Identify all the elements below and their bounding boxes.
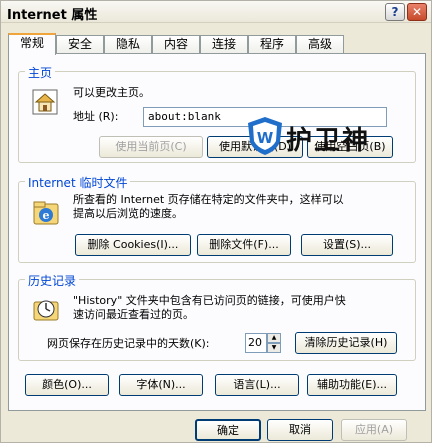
temp-files-description-line1: 所查看的 Internet 页存储在特定的文件夹中，这样可以 — [73, 193, 344, 206]
tab-general[interactable]: 常规 — [8, 33, 56, 55]
temp-files-description-line2: 提高以后浏览的速度。 — [73, 207, 183, 220]
temp-files-group-label: Internet 临时文件 — [25, 174, 131, 191]
tab-security[interactable]: 安全 — [56, 35, 104, 54]
apply-button[interactable]: 应用(A) — [341, 419, 407, 441]
temp-files-group: Internet 临时文件 e 所查看的 Internet 页存储在特定的文件夹… — [18, 174, 416, 263]
tab-privacy[interactable]: 隐私 — [104, 35, 152, 54]
window-title: Internet 属性 — [7, 8, 98, 23]
cancel-button[interactable]: 取消 — [267, 419, 333, 441]
use-current-page-button[interactable]: 使用当前页(C) — [99, 136, 203, 158]
clear-history-button[interactable]: 清除历史记录(H) — [295, 332, 397, 354]
internet-properties-dialog: Internet 属性 ? ✕ 常规 安全 隐私 内容 连接 程序 高级 主页 … — [0, 0, 432, 443]
tab-advanced[interactable]: 高级 — [296, 35, 344, 54]
history-icon — [33, 300, 59, 321]
history-days-down-arrow-icon[interactable]: ▼ — [267, 343, 281, 353]
delete-cookies-button[interactable]: 删除 Cookies(I)... — [75, 234, 191, 256]
home-page-icon — [32, 89, 58, 115]
fonts-button[interactable]: 字体(N)... — [119, 374, 203, 396]
watermark-text: 护卫神 — [286, 126, 371, 156]
ie-temp-files-icon: e — [33, 201, 59, 225]
help-button[interactable]: ? — [385, 3, 405, 21]
homepage-description: 可以更改主页。 — [73, 86, 150, 99]
tab-strip: 常规 安全 隐私 内容 连接 程序 高级 — [8, 33, 428, 55]
shield-logo-icon: W — [248, 117, 282, 155]
delete-files-button[interactable]: 删除文件(F)... — [197, 234, 291, 256]
tab-connections[interactable]: 连接 — [200, 35, 248, 54]
history-group-label: 历史记录 — [25, 272, 80, 289]
history-days-label: 网页保存在历史记录中的天数(K): — [47, 337, 210, 350]
temp-files-settings-button[interactable]: 设置(S)... — [301, 234, 393, 256]
history-days-up-arrow-icon[interactable]: ▲ — [267, 333, 281, 343]
address-label: 地址 (R): — [73, 110, 119, 123]
homepage-group-label: 主页 — [25, 64, 56, 81]
general-tab-panel: 主页 可以更改主页。 地址 (R): about:blank 使用当前页(C) … — [8, 53, 426, 411]
tab-programs[interactable]: 程序 — [248, 35, 296, 54]
title-bar: Internet 属性 ? ✕ — [1, 1, 431, 23]
ok-button[interactable]: 确定 — [195, 419, 261, 441]
history-days-input[interactable]: 20 — [245, 333, 267, 353]
svg-text:W: W — [257, 129, 274, 147]
accessibility-button[interactable]: 辅助功能(E)... — [307, 374, 397, 396]
languages-button[interactable]: 语言(L)... — [215, 374, 299, 396]
close-button[interactable]: ✕ — [407, 3, 427, 21]
history-group: 历史记录 "History" 文件夹中包含有已访问页的链接，可使用户快 速访问最… — [18, 272, 416, 361]
svg-text:e: e — [43, 209, 50, 222]
watermark-logo: W 护卫神 — [246, 116, 386, 158]
history-description-line2: 速访问最近查看过的页。 — [73, 308, 194, 321]
history-description-line1: "History" 文件夹中包含有已访问页的链接，可使用户快 — [73, 294, 346, 307]
colors-button[interactable]: 颜色(O)... — [25, 374, 109, 396]
tab-content[interactable]: 内容 — [152, 35, 200, 54]
